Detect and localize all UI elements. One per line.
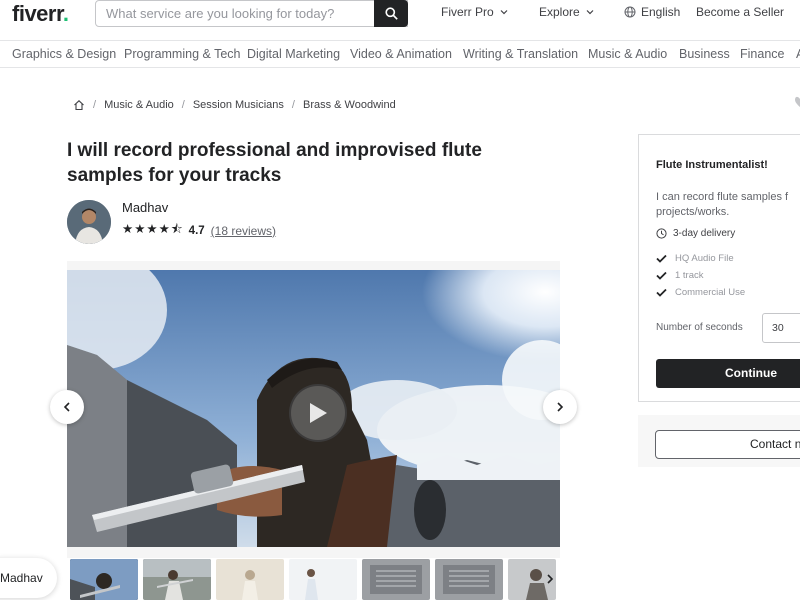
breadcrumb-separator: / [181,99,185,111]
feature-item: HQ Audio File [656,250,745,267]
chevron-right-icon [557,402,564,412]
checkmark-icon [656,288,667,297]
search-box [95,0,408,27]
contact-seller-button[interactable]: Contact n [655,430,800,459]
gallery-thumbnails [70,559,556,600]
gallery-next-button[interactable] [543,390,577,424]
category-link[interactable]: Programming & Tech [124,47,241,61]
category-link[interactable]: Graphics & Design [12,47,116,61]
category-link[interactable]: Finance [740,47,784,61]
play-icon [310,403,327,423]
explore-menu[interactable]: Explore [539,5,595,19]
chevron-down-icon [586,10,594,15]
gallery-top-strip [67,261,560,270]
thumbnail[interactable] [216,559,284,600]
feature-item: Commercial Use [656,284,745,301]
thumbnail[interactable] [289,559,357,600]
thumbnail[interactable] [508,559,556,600]
package-features: HQ Audio File 1 track Commercial Use [656,250,745,301]
category-link[interactable]: Writing & Translation [463,47,578,61]
seller-rating: ★★★★⯪ 4.7 (18 reviews) [122,220,276,241]
breadcrumb-separator: / [93,99,97,111]
gallery-bottom-strip [67,547,560,558]
seller-avatar[interactable] [67,200,111,244]
thumbnail[interactable] [435,559,503,600]
thumbnail[interactable] [143,559,211,600]
heart-icon[interactable] [791,96,800,108]
breadcrumb-link[interactable]: Music & Audio [104,99,174,111]
chevron-left-icon [63,402,70,412]
category-nav: Graphics & Design Programming & Tech Dig… [0,40,800,68]
explore-label: Explore [539,5,580,19]
globe-icon [624,6,636,18]
become-seller-label: Become a Seller [696,5,785,19]
package-title: Flute Instrumentalist! [656,159,768,171]
play-button[interactable] [289,384,347,442]
number-of-seconds-input[interactable]: 30 [762,313,800,343]
clock-icon [656,228,667,239]
checkmark-icon [656,254,667,263]
search-icon [384,7,398,20]
feature-label: HQ Audio File [675,253,734,264]
category-link[interactable]: Business [679,47,730,61]
search-input[interactable] [96,1,407,26]
feature-label: 1 track [675,270,704,281]
delivery-label: 3-day delivery [673,228,736,239]
language-selector[interactable]: English [624,5,680,19]
gig-title: I will record professional and improvise… [67,140,482,186]
breadcrumb: / Music & Audio / Session Musicians / Br… [73,99,396,111]
chat-pill-name: Madhav [0,571,43,585]
seller-name[interactable]: Madhav [122,200,168,215]
number-of-seconds-label: Number of seconds [656,322,743,333]
star-rating-icons: ★★★★⯪ [122,222,184,236]
seller-chat-pill[interactable]: Madhav [0,558,57,598]
thumbnail[interactable] [70,559,138,600]
feature-label: Commercial Use [675,287,746,298]
language-label: English [641,5,681,19]
gig-video-player[interactable] [67,270,560,547]
home-icon[interactable] [73,99,85,111]
breadcrumb-link[interactable]: Brass & Woodwind [303,99,396,111]
fiverr-pro-label: Fiverr Pro [441,5,494,19]
package-panel: Flute Instrumentalist! I can record flut… [638,134,800,402]
chevron-down-icon [500,10,508,15]
delivery-time: 3-day delivery [656,228,735,239]
checkmark-icon [656,271,667,280]
top-header: fiverr. Fiverr Pro Explore English Becom… [0,0,800,40]
chevron-right-icon[interactable] [544,573,556,585]
become-seller-link[interactable]: Become a Seller [696,5,784,19]
category-link[interactable]: Video & Animation [350,47,452,61]
category-link[interactable]: Digital Marketing [247,47,340,61]
category-link[interactable]: A [796,47,800,61]
feature-item: 1 track [656,267,745,284]
package-description: I can record flute samples f projects/wo… [656,191,789,218]
breadcrumb-separator: / [291,99,295,111]
fiverr-logo[interactable]: fiverr. [12,1,69,27]
thumbnail[interactable] [362,559,430,600]
breadcrumb-link[interactable]: Session Musicians [193,99,284,111]
search-button[interactable] [374,0,408,27]
fiverr-pro-menu[interactable]: Fiverr Pro [441,5,509,19]
reviews-link[interactable]: (18 reviews) [211,224,276,238]
continue-button[interactable]: Continue [656,359,800,388]
gallery-prev-button[interactable] [50,390,84,424]
rating-value: 4.7 [188,224,205,237]
category-link[interactable]: Music & Audio [588,47,667,61]
